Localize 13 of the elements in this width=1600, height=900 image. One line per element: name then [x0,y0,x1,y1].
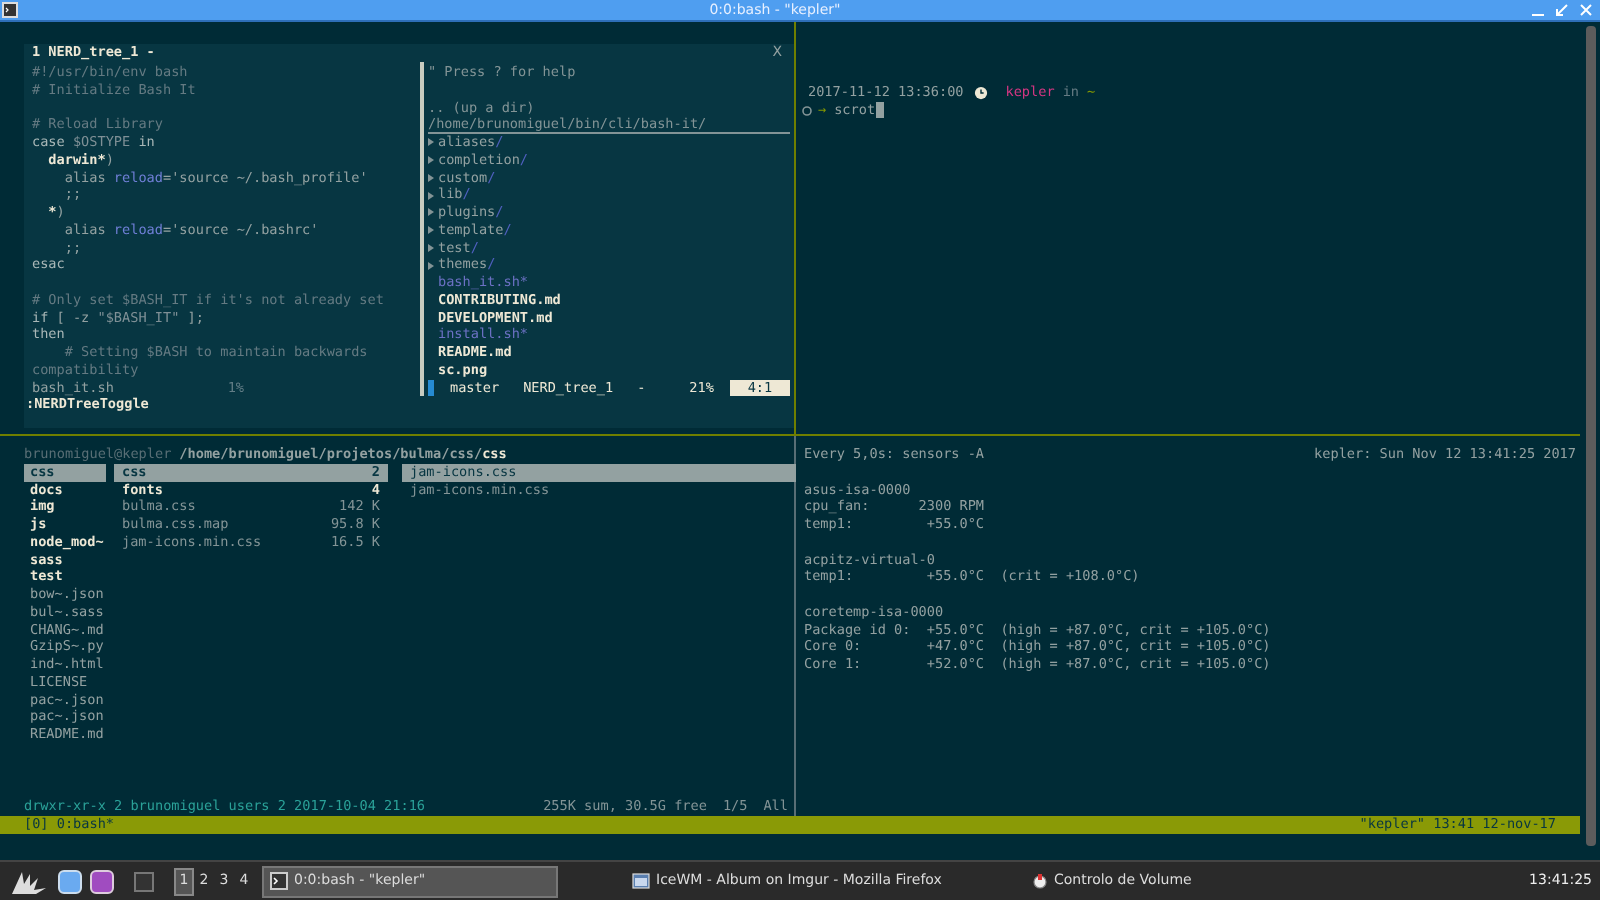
speaker-icon [1032,872,1048,890]
app-launcher-icon[interactable] [90,869,114,893]
terminal-icon[interactable] [134,871,154,891]
status-circle-icon [802,105,812,116]
close-icon[interactable] [1580,4,1592,16]
terminal-icon [270,872,288,890]
app-launcher-icon[interactable] [58,869,82,893]
window-menu-icon[interactable] [2,2,18,18]
start-menu-icon[interactable] [6,867,50,895]
restore-icon[interactable] [1556,4,1568,16]
clock-icon [973,85,988,100]
browser-icon [632,872,650,890]
text-cursor [875,102,884,119]
